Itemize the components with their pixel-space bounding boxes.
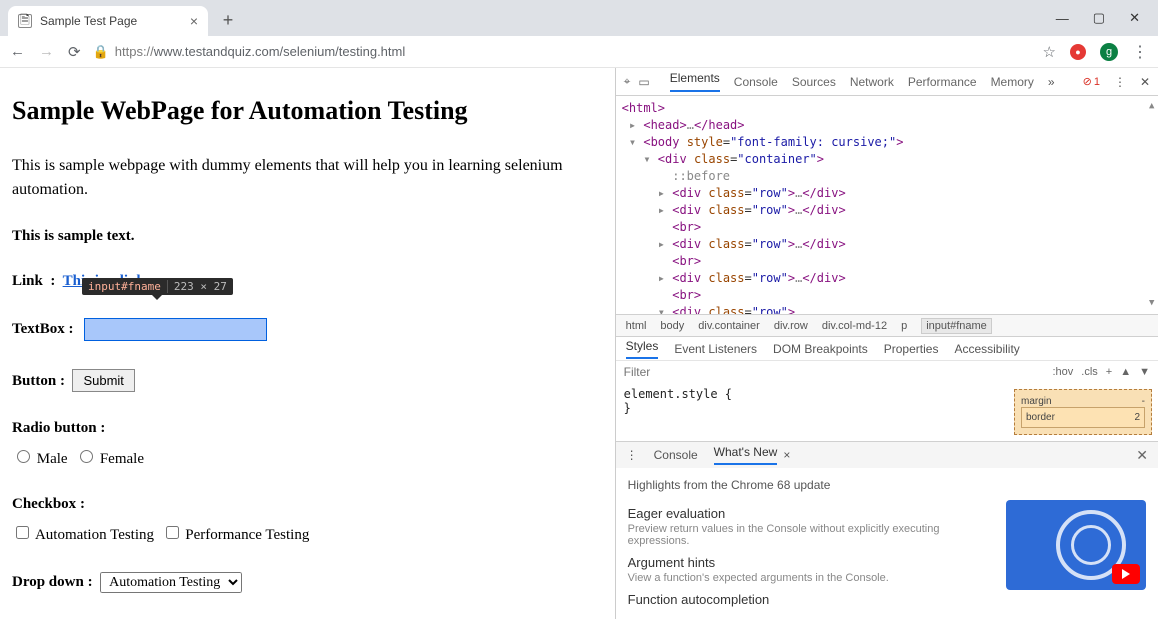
video-thumbnail[interactable] [1006, 500, 1146, 590]
tab-sources[interactable]: Sources [792, 75, 836, 89]
device-toggle-icon[interactable]: ▭ [638, 75, 649, 89]
box-model: margin - border 2 [1008, 383, 1158, 441]
button-label: Button [12, 373, 56, 389]
checkbox-performance[interactable] [166, 526, 179, 539]
new-tab-button[interactable]: + [214, 6, 242, 34]
close-tab-icon[interactable]: × [190, 14, 198, 28]
browser-tab[interactable]: 🗎 Sample Test Page × [8, 6, 208, 36]
address-bar: ← → ⟳ 🔒 https://www.testandquiz.com/sele… [0, 36, 1158, 68]
drawer-menu-icon[interactable]: ⋮ [626, 448, 638, 462]
play-icon [1112, 564, 1140, 584]
chrome-menu-icon[interactable]: ⋮ [1132, 42, 1148, 62]
page-favicon-icon: 🗎 [18, 14, 32, 28]
forward-button: → [39, 43, 54, 60]
link-label: Link [12, 273, 43, 289]
radio-male[interactable] [17, 450, 30, 463]
drawer-tab-whatsnew[interactable]: What's New [714, 445, 778, 465]
drawer-tab-console[interactable]: Console [654, 448, 698, 462]
radio-female[interactable] [80, 450, 93, 463]
elements-tree[interactable]: ▲▼ <html> ▸ <head>…</head> ▾ <body style… [616, 96, 1158, 314]
webpage-content: Sample WebPage for Automation Testing Th… [0, 68, 615, 619]
add-rule-icon[interactable]: + [1106, 366, 1112, 378]
breadcrumb[interactable]: html body div.container div.row div.col-… [616, 314, 1158, 336]
devtools-drawer: ⋮ Console What's New × ✕ Highlights from… [616, 441, 1158, 619]
browser-tab-strip: 🗎 Sample Test Page × + — ▢ ✕ [0, 0, 1158, 36]
cls-toggle[interactable]: .cls [1081, 366, 1098, 378]
url-box[interactable]: 🔒 https://www.testandquiz.com/selenium/t… [93, 44, 406, 60]
devtools-menu-icon[interactable]: ⋮ [1114, 75, 1126, 89]
hov-toggle[interactable]: :hov [1052, 366, 1073, 378]
fname-input[interactable] [84, 318, 267, 341]
minimize-icon[interactable]: — [1056, 11, 1069, 26]
styles-filter-input[interactable] [616, 361, 1045, 383]
checkbox-label: Checkbox [12, 496, 76, 512]
dropdown-label: Drop down [12, 574, 84, 590]
bookmark-star-icon[interactable]: ☆ [1043, 43, 1056, 61]
dropdown[interactable]: Automation Testing [100, 572, 242, 593]
devtools-panel: ⌖ ▭ Elements Console Sources Network Per… [615, 68, 1158, 619]
inspect-element-icon[interactable]: ⌖ [624, 74, 631, 89]
radio-label: Radio button [12, 420, 97, 436]
devtools-toolbar: ⌖ ▭ Elements Console Sources Network Per… [616, 68, 1158, 96]
checkbox-automation[interactable] [16, 526, 29, 539]
page-lead: This is sample webpage with dummy elemen… [12, 154, 603, 202]
more-tabs-icon[interactable]: » [1048, 75, 1055, 89]
window-controls: — ▢ ✕ [1038, 0, 1158, 36]
reload-button[interactable]: ⟳ [68, 43, 81, 61]
back-button[interactable]: ← [10, 43, 25, 60]
inspect-tooltip: input#fname 223 × 27 [82, 278, 233, 295]
page-title: Sample WebPage for Automation Testing [12, 96, 603, 126]
tab-performance[interactable]: Performance [908, 75, 977, 89]
tab-console[interactable]: Console [734, 75, 778, 89]
extension-badge[interactable]: ● [1070, 44, 1086, 60]
close-whatsnew-icon[interactable]: × [783, 448, 790, 462]
error-badge[interactable]: ⊘ 1 [1083, 75, 1100, 88]
sample-bold-text: This is sample text. [12, 228, 603, 245]
profile-avatar[interactable]: g [1100, 43, 1118, 61]
devtools-close-icon[interactable]: ✕ [1140, 75, 1150, 89]
tab-network[interactable]: Network [850, 75, 894, 89]
tab-title: Sample Test Page [40, 14, 137, 28]
tab-styles[interactable]: Styles [626, 339, 659, 359]
drawer-highlights: Highlights from the Chrome 68 update [628, 478, 1146, 492]
tab-memory[interactable]: Memory [991, 75, 1034, 89]
textbox-label: TextBox : [12, 321, 74, 338]
styles-tabs: Styles Event Listeners DOM Breakpoints P… [616, 336, 1158, 360]
submit-button[interactable]: Submit [72, 369, 134, 392]
drawer-close-icon[interactable]: ✕ [1136, 447, 1148, 464]
tab-elements[interactable]: Elements [670, 71, 720, 92]
close-window-icon[interactable]: ✕ [1129, 10, 1140, 26]
lock-icon: 🔒 [93, 44, 109, 60]
maximize-icon[interactable]: ▢ [1093, 10, 1105, 26]
